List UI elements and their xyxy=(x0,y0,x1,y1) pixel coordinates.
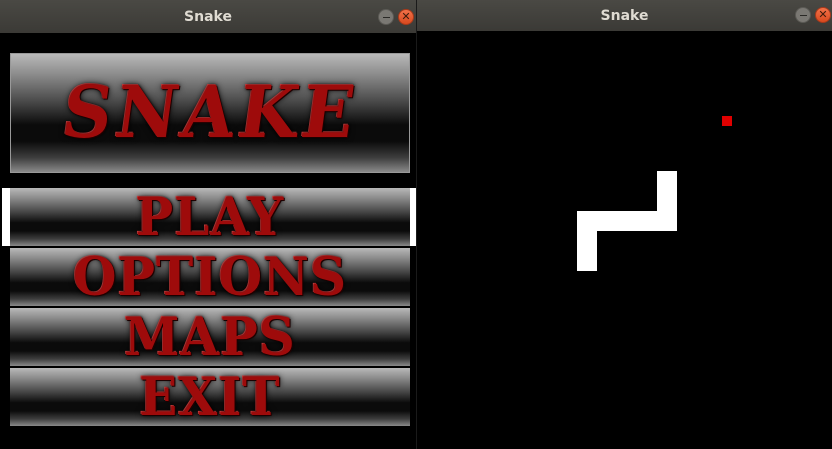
minimize-button[interactable] xyxy=(795,7,811,23)
minimize-icon xyxy=(799,14,807,16)
close-icon: ✕ xyxy=(401,10,411,23)
play-label: PLAY xyxy=(135,185,285,248)
game-window: Snake ✕ xyxy=(417,0,832,449)
close-button[interactable]: ✕ xyxy=(815,7,831,23)
snake-segment xyxy=(657,171,677,231)
menu-window: Snake ✕ SNAKE PLAY OPTIONS MAPS EXIT xyxy=(0,0,416,449)
menu-window-title: Snake xyxy=(184,9,232,25)
minimize-icon xyxy=(382,16,390,18)
game-window-titlebar[interactable]: Snake ✕ xyxy=(417,0,832,31)
selection-marker-right xyxy=(410,188,416,246)
exit-button[interactable]: EXIT xyxy=(10,365,410,428)
close-button[interactable]: ✕ xyxy=(398,9,414,25)
exit-label: EXIT xyxy=(139,365,281,428)
game-board-background xyxy=(417,31,832,449)
options-button[interactable]: OPTIONS xyxy=(10,245,410,308)
game-window-title: Snake xyxy=(600,8,649,24)
play-button[interactable]: PLAY xyxy=(10,185,410,248)
snake-logo: SNAKE xyxy=(10,53,410,173)
game-board xyxy=(417,31,832,449)
close-icon: ✕ xyxy=(818,8,828,21)
selection-marker-left xyxy=(2,188,10,246)
options-label: OPTIONS xyxy=(72,245,348,308)
minimize-button[interactable] xyxy=(378,9,394,25)
menu-window-titlebar[interactable]: Snake ✕ xyxy=(0,0,416,33)
logo-text: SNAKE xyxy=(56,71,364,155)
maps-button[interactable]: MAPS xyxy=(10,305,410,368)
maps-label: MAPS xyxy=(124,305,296,368)
food-pellet xyxy=(722,116,732,126)
